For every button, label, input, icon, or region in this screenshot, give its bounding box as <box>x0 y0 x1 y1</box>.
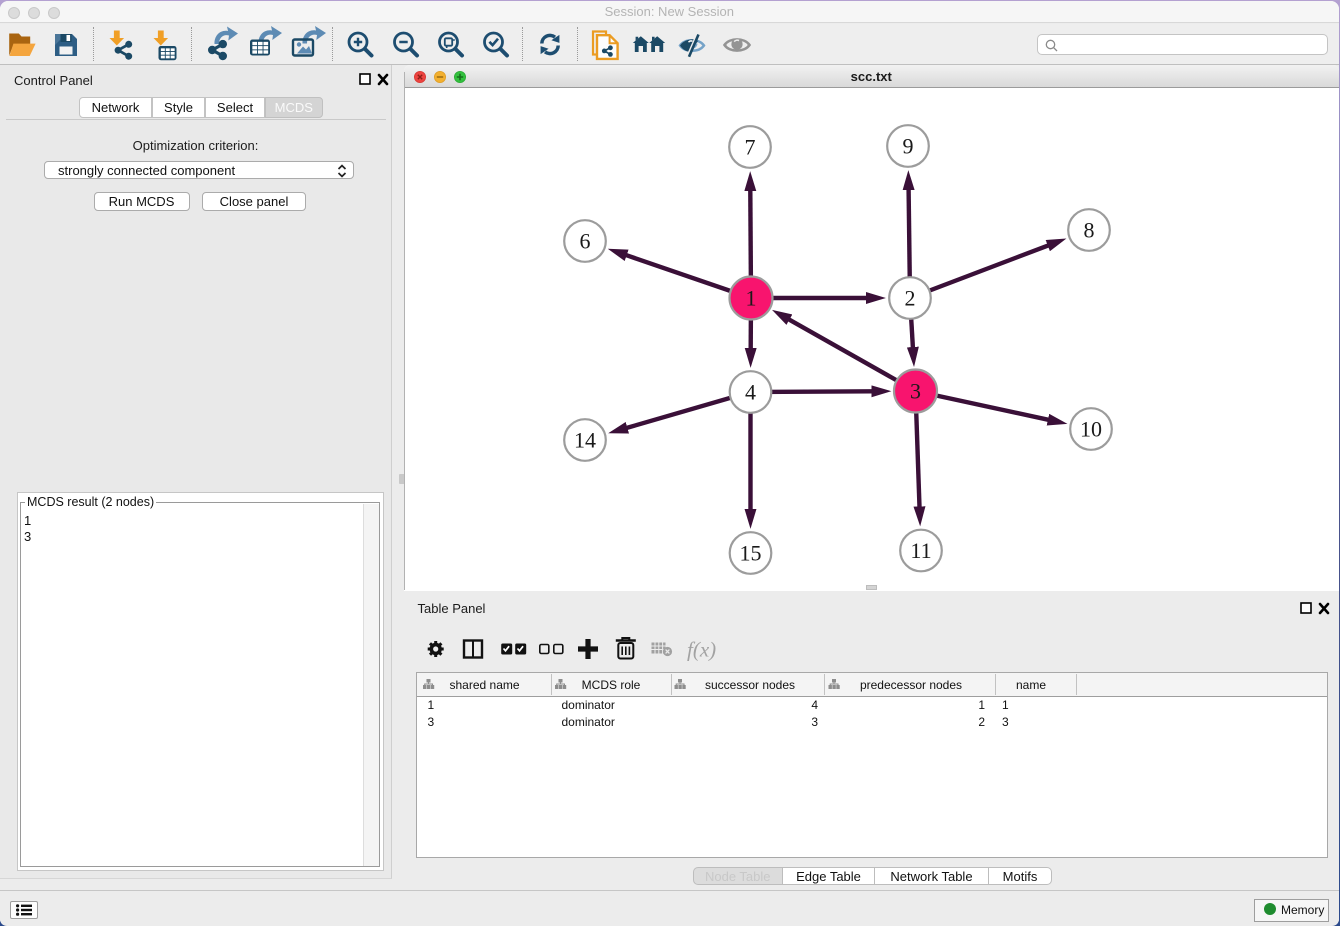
svg-text:4: 4 <box>745 380 756 405</box>
svg-text:1: 1 <box>746 286 757 311</box>
svg-text:15: 15 <box>740 541 762 566</box>
svg-text:7: 7 <box>745 135 756 160</box>
svg-text:2: 2 <box>905 286 916 311</box>
svg-text:14: 14 <box>574 428 596 453</box>
svg-text:6: 6 <box>580 229 591 254</box>
svg-text:11: 11 <box>910 538 931 563</box>
svg-text:9: 9 <box>903 134 914 159</box>
svg-text:8: 8 <box>1084 218 1095 243</box>
svg-text:f(x): f(x) <box>687 638 716 662</box>
svg-text:10: 10 <box>1080 417 1102 442</box>
svg-text:3: 3 <box>910 379 921 404</box>
